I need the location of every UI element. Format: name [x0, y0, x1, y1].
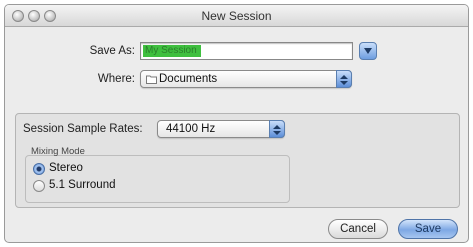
- popup-arrows-icon: [336, 70, 352, 88]
- surround-label: 5.1 Surround: [49, 179, 116, 191]
- sample-rates-label: Session Sample Rates:: [23, 123, 143, 135]
- stereo-radio[interactable]: [33, 163, 45, 175]
- popup-arrows-icon: [269, 120, 285, 138]
- sample-rate-value: 44100 Hz: [166, 123, 216, 135]
- save-button[interactable]: Save: [398, 219, 458, 239]
- window-title: New Session: [201, 9, 272, 23]
- save-as-label: Save As:: [89, 45, 135, 57]
- cancel-button[interactable]: Cancel: [328, 219, 388, 239]
- surround-radio[interactable]: [33, 180, 45, 192]
- save-as-input[interactable]: My Session: [140, 42, 353, 60]
- expand-browser-button[interactable]: [359, 42, 377, 60]
- chevron-down-icon: [364, 48, 372, 54]
- save-as-value: My Session: [143, 45, 201, 57]
- stereo-label: Stereo: [49, 162, 83, 174]
- title-bar: New Session: [5, 5, 468, 27]
- new-session-dialog: New Session Save As: My Session Where: D…: [4, 4, 469, 243]
- where-popup[interactable]: Documents: [140, 70, 352, 88]
- where-value: Documents: [159, 73, 218, 85]
- mixing-mode-title: Mixing Mode: [31, 146, 85, 157]
- folder-icon: [146, 75, 157, 84]
- sample-rate-popup[interactable]: 44100 Hz: [157, 120, 285, 138]
- where-label: Where:: [97, 73, 135, 85]
